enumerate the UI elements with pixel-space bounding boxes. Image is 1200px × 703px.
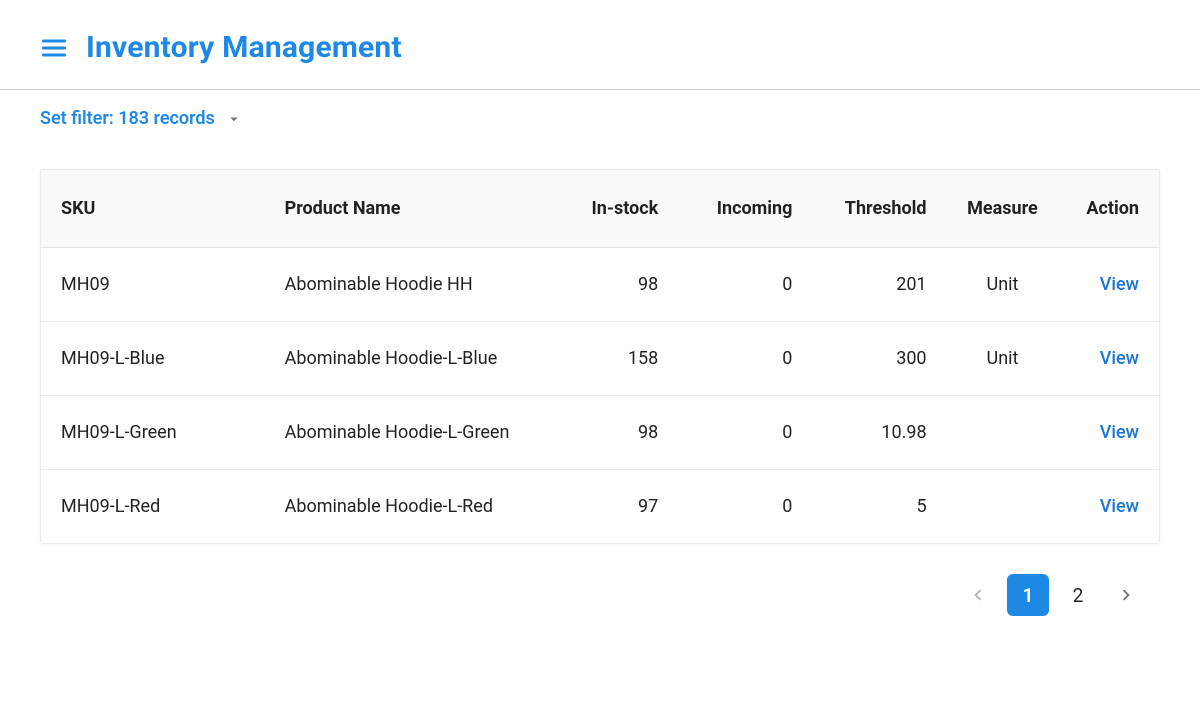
inventory-table: SKU Product Name In-stock Incoming Thres… xyxy=(40,169,1160,544)
table-row: MH09-L-Red Abominable Hoodie-L-Red 97 0 … xyxy=(41,470,1159,544)
cell-sku: MH09 xyxy=(41,248,265,322)
table-row: MH09 Abominable Hoodie HH 98 0 201 Unit … xyxy=(41,248,1159,322)
cell-incoming: 0 xyxy=(678,322,812,396)
cell-product-name: Abominable Hoodie-L-Blue xyxy=(265,322,545,396)
table-row: MH09-L-Blue Abominable Hoodie-L-Blue 158… xyxy=(41,322,1159,396)
view-link[interactable]: View xyxy=(1100,422,1139,443)
cell-measure xyxy=(947,470,1059,544)
view-link[interactable]: View xyxy=(1100,348,1139,369)
pagination: 1 2 xyxy=(0,544,1200,656)
cell-threshold: 10.98 xyxy=(812,396,946,470)
view-link[interactable]: View xyxy=(1100,496,1139,517)
col-threshold: Threshold xyxy=(812,170,946,248)
cell-threshold: 201 xyxy=(812,248,946,322)
col-sku: SKU xyxy=(41,170,265,248)
view-link[interactable]: View xyxy=(1100,274,1139,295)
cell-threshold: 300 xyxy=(812,322,946,396)
chevron-down-icon xyxy=(225,110,243,128)
pagination-next[interactable] xyxy=(1107,574,1145,616)
cell-product-name: Abominable Hoodie HH xyxy=(265,248,545,322)
cell-in-stock: 158 xyxy=(544,322,678,396)
col-action: Action xyxy=(1058,170,1159,248)
page-title: Inventory Management xyxy=(86,30,402,65)
cell-measure: Unit xyxy=(947,322,1059,396)
cell-incoming: 0 xyxy=(678,248,812,322)
cell-product-name: Abominable Hoodie-L-Green xyxy=(265,396,545,470)
cell-incoming: 0 xyxy=(678,470,812,544)
cell-sku: MH09-L-Green xyxy=(41,396,265,470)
pagination-page[interactable]: 2 xyxy=(1059,574,1097,616)
filter-dropdown[interactable]: Set filter: 183 records xyxy=(0,90,1200,139)
table-row: MH09-L-Green Abominable Hoodie-L-Green 9… xyxy=(41,396,1159,470)
cell-in-stock: 98 xyxy=(544,248,678,322)
cell-threshold: 5 xyxy=(812,470,946,544)
app-header: Inventory Management xyxy=(0,0,1200,89)
cell-sku: MH09-L-Blue xyxy=(41,322,265,396)
table-header-row: SKU Product Name In-stock Incoming Thres… xyxy=(41,170,1159,248)
pagination-page[interactable]: 1 xyxy=(1007,574,1049,616)
cell-product-name: Abominable Hoodie-L-Red xyxy=(265,470,545,544)
filter-label: Set filter: 183 records xyxy=(40,108,215,129)
col-in-stock: In-stock xyxy=(544,170,678,248)
cell-sku: MH09-L-Red xyxy=(41,470,265,544)
cell-measure xyxy=(947,396,1059,470)
menu-icon[interactable] xyxy=(40,34,68,62)
cell-incoming: 0 xyxy=(678,396,812,470)
cell-in-stock: 98 xyxy=(544,396,678,470)
cell-in-stock: 97 xyxy=(544,470,678,544)
col-measure: Measure xyxy=(947,170,1059,248)
col-incoming: Incoming xyxy=(678,170,812,248)
cell-measure: Unit xyxy=(947,248,1059,322)
pagination-prev[interactable] xyxy=(959,574,997,616)
col-product-name: Product Name xyxy=(265,170,545,248)
